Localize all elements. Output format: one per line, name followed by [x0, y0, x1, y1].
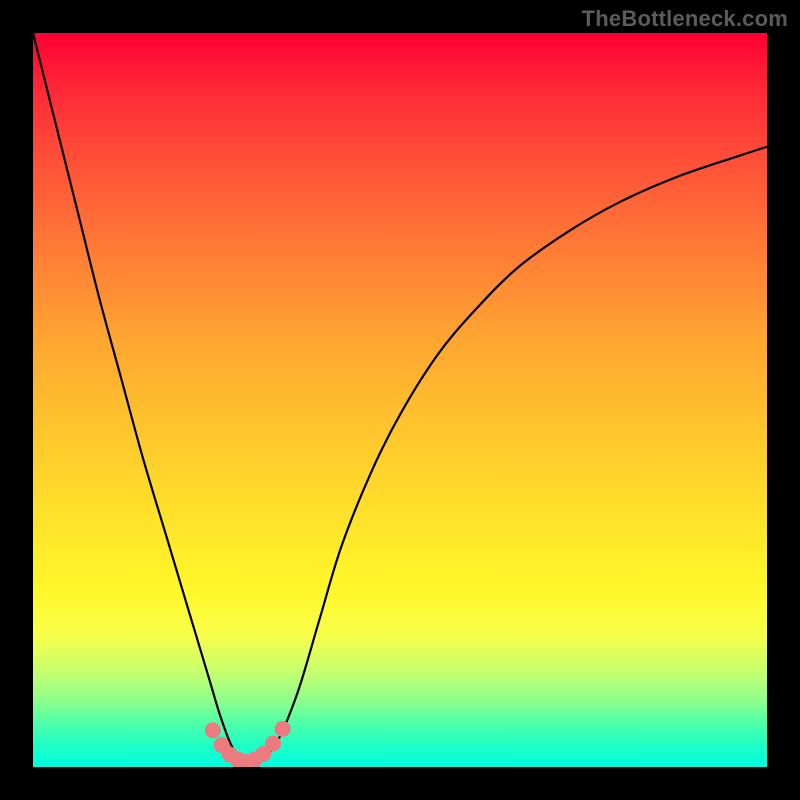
curve-layer: [33, 33, 767, 767]
valley-marker-group: [205, 721, 291, 767]
valley-dot: [265, 736, 281, 752]
valley-dot: [205, 722, 221, 738]
chart-frame: TheBottleneck.com: [0, 0, 800, 800]
plot-area: [33, 33, 767, 767]
bottleneck-curve: [33, 33, 767, 766]
valley-dot: [275, 721, 291, 737]
watermark-text: TheBottleneck.com: [582, 6, 788, 32]
